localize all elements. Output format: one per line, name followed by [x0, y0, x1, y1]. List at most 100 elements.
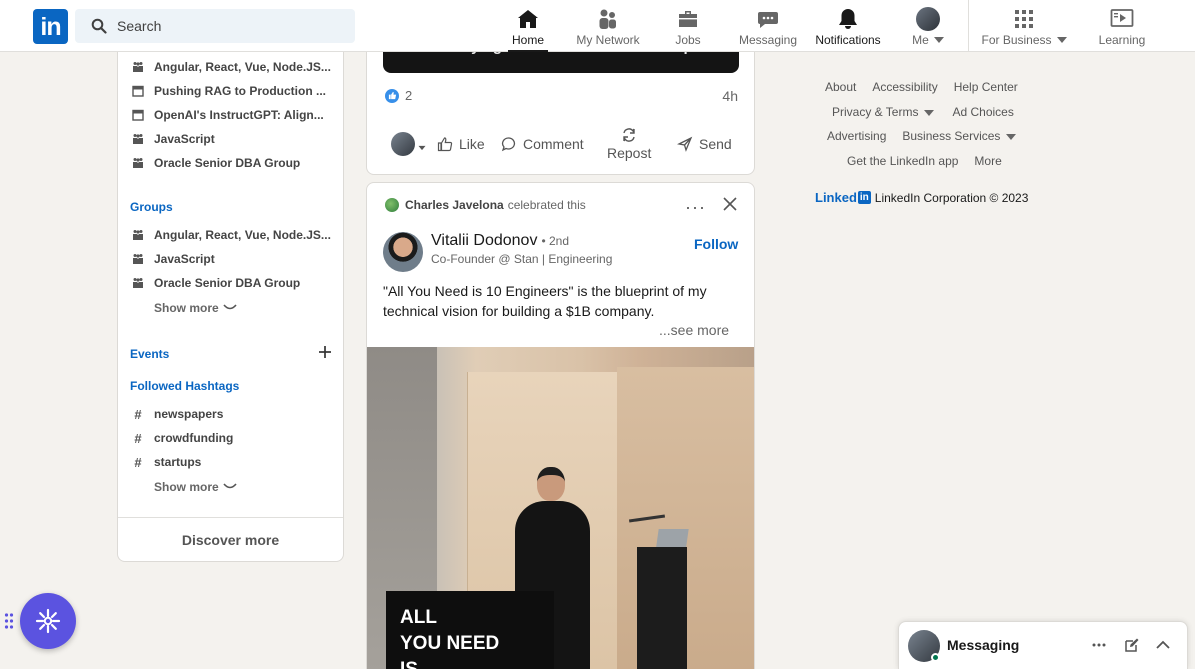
reaction-avatar-selector[interactable] — [391, 116, 427, 172]
reaction-count[interactable]: 2 — [385, 88, 412, 103]
sidebar-hashtag-item[interactable]: # startups — [132, 454, 334, 470]
sidebar-item-label: Oracle Senior DBA Group — [154, 276, 301, 290]
feed-post: the Underlying Issues in Tech Leadership… — [366, 44, 755, 175]
image-overlay-text: ALL YOU NEED IS — [386, 591, 554, 669]
close-icon[interactable] — [722, 196, 738, 212]
sidebar-recent-item[interactable]: Oracle Senior DBA Group — [132, 155, 334, 171]
footer-row: Advertising Business Services — [827, 129, 1017, 143]
messaging-title: Messaging — [947, 637, 1020, 653]
chevron-down-icon — [223, 304, 237, 310]
wordmark-text: Linked — [815, 190, 857, 205]
send-button[interactable]: Send — [677, 116, 732, 172]
post-age: 4h — [722, 88, 738, 104]
footer-link-more[interactable]: More — [974, 154, 1001, 168]
nav-messaging[interactable]: Messaging — [736, 0, 800, 52]
sidebar-recent-item[interactable]: Angular, React, Vue, Node.JS... — [132, 59, 334, 75]
group-icon — [132, 133, 144, 145]
footer-link-business-services[interactable]: Business Services — [902, 129, 1017, 143]
hashtag-icon: # — [134, 430, 142, 446]
search-box[interactable] — [75, 9, 355, 43]
sidebar-item-label: JavaScript — [154, 252, 215, 266]
nav-label: Learning — [1098, 33, 1146, 47]
author-name[interactable]: Vitalii Dodonov — [431, 232, 537, 250]
show-more-label: Show more — [154, 480, 219, 494]
nav-label: Notifications — [815, 33, 881, 47]
footer-row: About Accessibility Help Center — [825, 80, 1018, 94]
chat-icon — [756, 7, 780, 31]
nav-my-network[interactable]: My Network — [572, 0, 644, 52]
hashtags-show-more-button[interactable]: Show more — [154, 480, 237, 494]
left-sidebar: Angular, React, Vue, Node.JS... Pushing … — [117, 44, 344, 562]
footer-link-advertising[interactable]: Advertising — [827, 129, 886, 143]
home-icon — [516, 7, 540, 31]
grid-icon — [1012, 7, 1036, 31]
comment-button[interactable]: Comment — [501, 116, 584, 172]
see-more-button[interactable]: ...see more — [659, 322, 729, 338]
nav-notifications[interactable]: Notifications — [810, 0, 886, 52]
avatar — [916, 7, 940, 31]
nav-me[interactable]: Me — [910, 0, 946, 52]
discover-more-button[interactable]: Discover more — [118, 517, 343, 562]
like-button[interactable]: Like — [437, 116, 485, 172]
more-options-icon[interactable] — [1091, 637, 1107, 653]
footer-link-privacy-terms[interactable]: Privacy & Terms — [832, 105, 935, 119]
add-event-icon[interactable] — [318, 345, 332, 359]
linkedin-logo[interactable]: in — [33, 9, 68, 44]
repost-button[interactable]: Repost — [607, 116, 651, 172]
assistant-fab-button[interactable] — [20, 593, 76, 649]
drag-handle-icon[interactable] — [4, 612, 14, 630]
briefcase-icon — [676, 7, 700, 31]
chevron-up-icon[interactable] — [1155, 637, 1171, 653]
sidebar-item-label: newspapers — [154, 407, 224, 421]
sidebar-recent-item[interactable]: Pushing RAG to Production ... — [132, 83, 334, 99]
speaker-head — [537, 467, 565, 501]
celebrator-avatar[interactable] — [385, 198, 399, 212]
caret-down-icon — [924, 110, 935, 116]
events-title[interactable]: Events — [130, 347, 169, 361]
hashtag-icon: # — [134, 406, 142, 422]
thumbs-up-icon — [437, 137, 453, 152]
hashtag-icon: # — [134, 454, 142, 470]
followed-hashtags-title[interactable]: Followed Hashtags — [130, 379, 239, 393]
sidebar-recent-item[interactable]: JavaScript — [132, 131, 334, 147]
sidebar-hashtag-item[interactable]: # newspapers — [132, 406, 334, 422]
follow-button[interactable]: Follow — [694, 236, 738, 252]
messaging-overlay-bar[interactable]: Messaging — [898, 621, 1188, 669]
sidebar-recent-item[interactable]: OpenAI's InstructGPT: Align... — [132, 107, 334, 123]
footer-link-about[interactable]: About — [825, 80, 856, 94]
sidebar-group-item[interactable]: Oracle Senior DBA Group — [132, 275, 334, 291]
groups-title[interactable]: Groups — [130, 200, 173, 214]
nav-jobs[interactable]: Jobs — [670, 0, 706, 52]
nav-home[interactable]: Home — [508, 0, 548, 52]
nav-label: Jobs — [675, 33, 701, 47]
group-icon — [132, 61, 144, 73]
footer-link-accessibility[interactable]: Accessibility — [872, 80, 937, 94]
celebrator-name[interactable]: Charles Javelona — [405, 198, 504, 212]
sidebar-group-item[interactable]: JavaScript — [132, 251, 334, 267]
nav-label: My Network — [576, 33, 640, 47]
footer-link-get-app[interactable]: Get the LinkedIn app — [847, 154, 958, 168]
post-actions: Like Comment Repost Send — [367, 116, 754, 172]
author-avatar[interactable] — [383, 232, 423, 272]
post-text: "All You Need is 10 Engineers" is the bl… — [383, 283, 707, 319]
image-podium — [637, 547, 687, 669]
author-name-row: Vitalii Dodonov • 2nd — [431, 232, 569, 250]
avatar — [391, 132, 415, 156]
footer-link-help-center[interactable]: Help Center — [954, 80, 1018, 94]
more-options-icon[interactable]: ··· — [685, 197, 706, 218]
nav-divider — [968, 0, 969, 52]
business-services-label: Business Services — [902, 129, 1001, 143]
post-image[interactable]: ALL YOU NEED IS — [367, 347, 754, 669]
nav-for-business[interactable]: For Business — [978, 0, 1070, 52]
search-input[interactable] — [117, 18, 347, 34]
sidebar-hashtag-item[interactable]: # crowdfunding — [132, 430, 334, 446]
connection-degree: • 2nd — [541, 234, 569, 248]
caret-down-icon — [1006, 134, 1017, 140]
sidebar-group-item[interactable]: Angular, React, Vue, Node.JS... — [132, 227, 334, 243]
top-nav: in Home My Network Jobs Messaging Notifi… — [0, 0, 1195, 52]
footer-link-ad-choices[interactable]: Ad Choices — [952, 105, 1013, 119]
show-more-label: Show more — [154, 301, 219, 315]
nav-learning[interactable]: Learning — [1094, 0, 1150, 52]
groups-show-more-button[interactable]: Show more — [154, 301, 237, 315]
compose-icon[interactable] — [1124, 637, 1140, 653]
